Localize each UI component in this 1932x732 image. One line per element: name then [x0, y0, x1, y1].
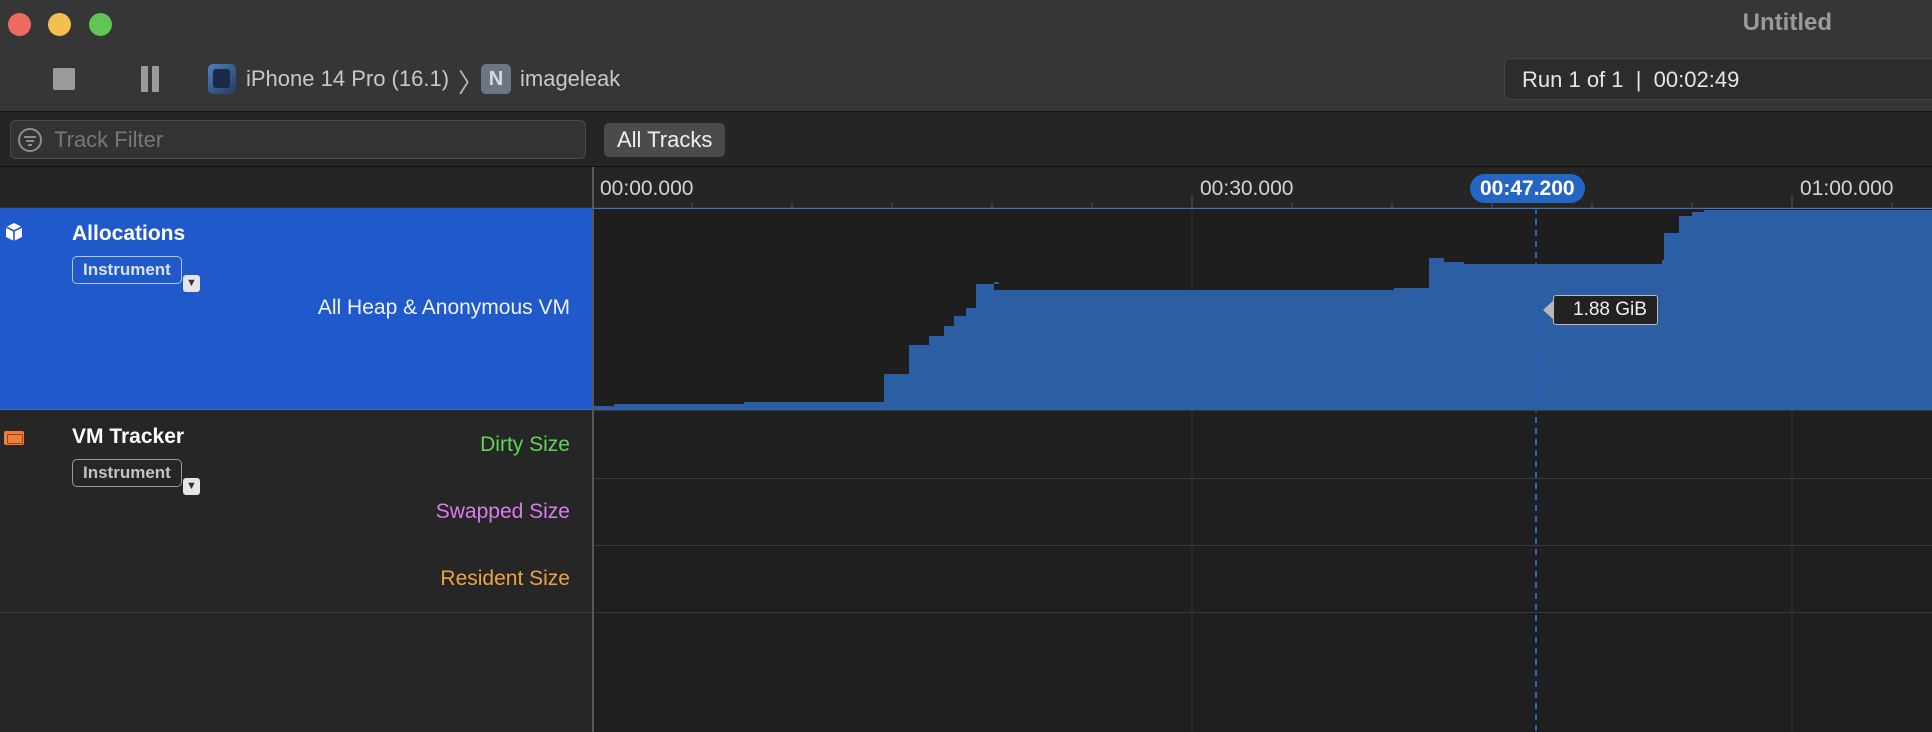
track-filter-field [10, 120, 586, 159]
track-filter-input[interactable] [54, 125, 574, 154]
ruler-label-60: 01:00.000 [1800, 177, 1894, 200]
chevron-down-icon[interactable]: ▼ [183, 478, 200, 495]
ruler-label-30: 00:30.000 [1200, 177, 1294, 200]
track-vm-tracker[interactable]: VM Tracker Instrument ▼ Dirty Size Swapp… [0, 411, 592, 613]
playhead-time-label[interactable]: 00:47.200 [1470, 174, 1585, 203]
ruler-label-0: 00:00.000 [600, 177, 694, 200]
track-name: VM Tracker [72, 425, 185, 448]
device-icon [208, 64, 236, 94]
series-label-dirty-size: Dirty Size [480, 433, 570, 456]
toolbar: Untitled iPhone 14 Pro (16.1) 〉 N imagel… [0, 0, 1932, 112]
track-allocations[interactable]: Allocations Instrument ▼ All Heap & Anon… [0, 208, 592, 410]
app-icon: N [481, 64, 511, 94]
zoom-window-button[interactable] [89, 13, 112, 36]
allocations-cube-icon [5, 223, 23, 241]
window-title: Untitled [1742, 9, 1832, 36]
target-device-selector[interactable]: iPhone 14 Pro (16.1) [246, 66, 449, 92]
series-label-heap: All Heap & Anonymous VM [317, 296, 570, 319]
track-name: Allocations [72, 222, 186, 245]
timeline-graph[interactable]: 1.88 GiB [594, 208, 1932, 732]
vm-tracker-icon [4, 431, 24, 445]
instrument-badge: Instrument [72, 459, 182, 487]
instrument-badge: Instrument [72, 256, 182, 284]
all-tracks-button[interactable]: All Tracks [604, 123, 726, 157]
pause-recording-button[interactable] [139, 66, 161, 92]
timeline-ruler[interactable]: 00:00.000 00:30.000 01:00.000 00:47.200 [0, 167, 1932, 208]
run-status[interactable]: Run 1 of 1 | 00:02:49 [1504, 58, 1932, 100]
series-label-resident-size: Resident Size [440, 567, 570, 590]
stop-recording-button[interactable] [53, 68, 75, 90]
filter-bar: All Tracks [0, 112, 1932, 167]
series-label-swapped-size: Swapped Size [435, 500, 570, 523]
filter-icon[interactable] [18, 128, 42, 152]
close-window-button[interactable] [8, 13, 31, 36]
playhead-value-tag: 1.88 GiB [1543, 295, 1658, 325]
minimize-window-button[interactable] [48, 13, 71, 36]
target-app-selector[interactable]: imageleak [520, 66, 620, 92]
chevron-down-icon[interactable]: ▼ [183, 275, 200, 292]
track-list: Allocations Instrument ▼ All Heap & Anon… [0, 208, 592, 732]
graph-canvas [594, 208, 1932, 732]
